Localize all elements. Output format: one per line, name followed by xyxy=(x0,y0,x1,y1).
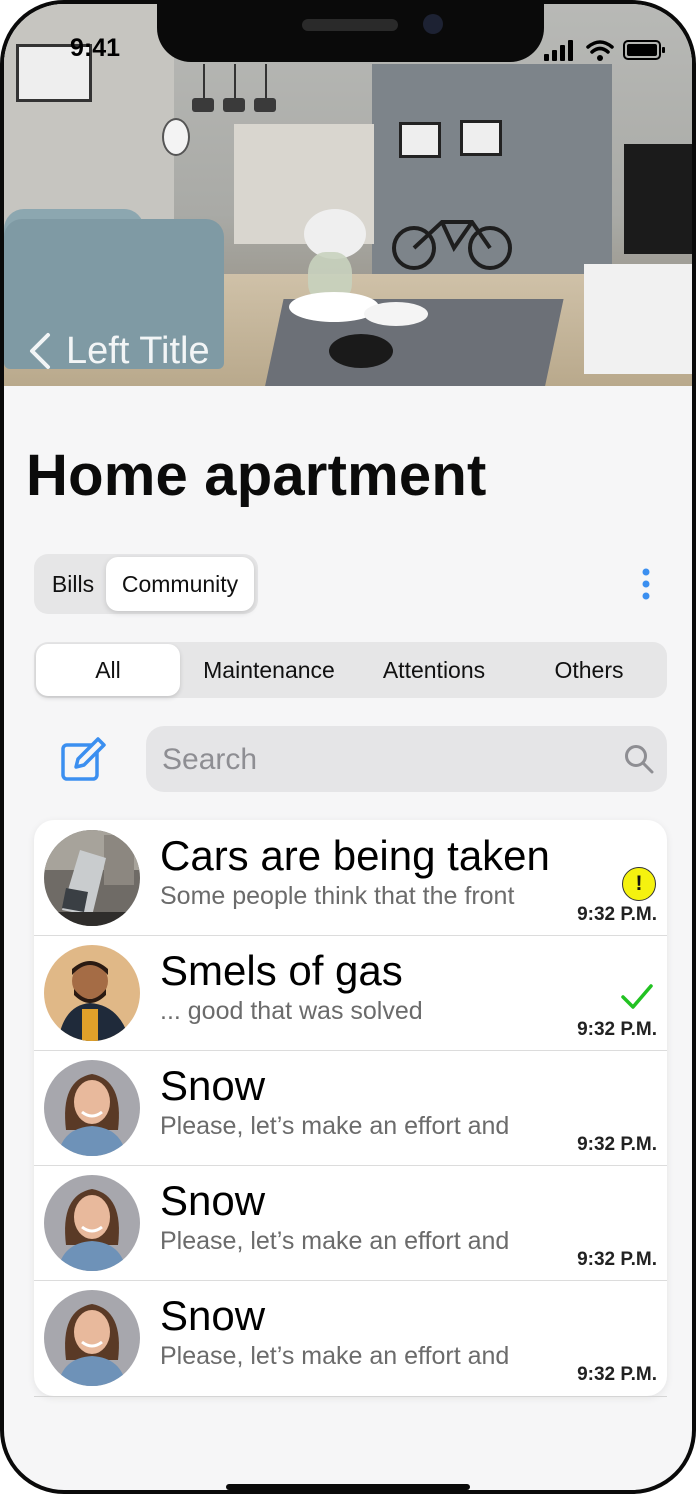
more-options-icon[interactable] xyxy=(636,567,656,603)
avatar xyxy=(44,1175,140,1271)
list-divider xyxy=(34,1396,667,1397)
message-preview: Please, let’s make an effort and xyxy=(160,1112,510,1140)
message-time: 9:32 P.M. xyxy=(577,1019,657,1040)
attention-icon: ! xyxy=(622,867,656,901)
avatar xyxy=(44,945,140,1041)
tab-others[interactable]: Others xyxy=(514,642,664,698)
segmented-control: Bills Community xyxy=(34,554,258,614)
checkmark-icon xyxy=(621,984,653,1009)
battery-icon xyxy=(623,40,665,60)
message-preview: ... good that was solved xyxy=(160,997,423,1025)
avatar xyxy=(44,830,140,926)
avatar xyxy=(44,1060,140,1156)
list-item[interactable]: Snow Please, let’s make an effort and 9:… xyxy=(34,1280,667,1395)
message-title: Snow xyxy=(160,1177,266,1224)
segment-bills[interactable]: Bills xyxy=(40,557,106,611)
message-preview: Some people think that the front xyxy=(160,882,515,910)
back-label: Left Title xyxy=(66,329,210,372)
tab-attentions[interactable]: Attentions xyxy=(360,642,508,698)
tab-all[interactable]: All xyxy=(36,644,180,696)
home-indicator[interactable] xyxy=(226,1484,470,1490)
message-title: Cars are being taken xyxy=(160,832,550,879)
back-button[interactable]: Left Title xyxy=(24,329,210,373)
device-notch xyxy=(157,4,544,62)
message-preview: Please, let’s make an effort and xyxy=(160,1227,510,1255)
compose-icon[interactable] xyxy=(60,737,106,783)
list-item[interactable]: Snow Please, let’s make an effort and 9:… xyxy=(34,1165,667,1281)
message-time: 9:32 P.M. xyxy=(577,904,657,925)
wifi-icon xyxy=(586,40,614,61)
avatar xyxy=(44,1290,140,1386)
message-list: Cars are being taken Some people think t… xyxy=(34,820,667,1396)
list-item[interactable]: Cars are being taken Some people think t… xyxy=(34,820,667,936)
message-preview: Please, let’s make an effort and xyxy=(160,1342,510,1370)
message-title: Snow xyxy=(160,1292,266,1339)
message-title: Smels of gas xyxy=(160,947,403,994)
search-input[interactable] xyxy=(160,726,604,794)
message-time: 9:32 P.M. xyxy=(577,1134,657,1155)
status-icons xyxy=(544,40,665,61)
search-icon[interactable] xyxy=(624,744,654,774)
segment-community[interactable]: Community xyxy=(106,557,254,611)
message-title: Snow xyxy=(160,1062,266,1109)
chevron-left-icon xyxy=(30,333,50,369)
cellular-signal-icon xyxy=(544,40,573,61)
tab-maintenance[interactable]: Maintenance xyxy=(190,642,348,698)
status-time: 9:41 xyxy=(70,34,121,62)
message-time: 9:32 P.M. xyxy=(577,1364,657,1385)
search-bar xyxy=(146,726,667,794)
list-item[interactable]: Snow Please, let’s make an effort and 9:… xyxy=(34,1050,667,1166)
phone-frame: 9:41 Left Title Home apartment Bills Com… xyxy=(0,0,696,1494)
page-title: Home apartment xyxy=(26,443,487,508)
list-item[interactable]: Smels of gas ... good that was solved 9:… xyxy=(34,935,667,1051)
filter-tabs: All Maintenance Attentions Others xyxy=(34,642,667,698)
message-time: 9:32 P.M. xyxy=(577,1249,657,1270)
